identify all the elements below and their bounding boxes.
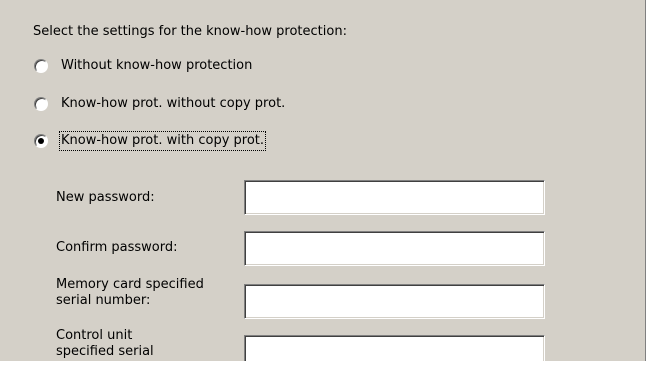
new-password-label: New password: — [56, 190, 155, 205]
confirm-password-field[interactable] — [244, 231, 545, 266]
protection-settings-heading: Select the settings for the know-how pro… — [33, 24, 347, 39]
confirm-password-label: Confirm password: — [56, 240, 178, 255]
panel-edge — [645, 0, 646, 361]
radio-label-with-copy-protection: Know-how prot. with copy prot. — [58, 131, 267, 151]
control-unit-serial-field[interactable] — [244, 335, 545, 361]
radio-without-know-how-protection[interactable]: Without know-how protection — [34, 56, 252, 76]
radio-label-without-copy-protection: Know-how prot. without copy prot. — [61, 96, 286, 111]
know-how-protection-panel: Select the settings for the know-how pro… — [0, 0, 646, 361]
radio-button-icon[interactable] — [34, 134, 48, 148]
control-unit-serial-label: Control unit specified serial — [56, 328, 154, 359]
radio-know-how-without-copy-protection[interactable]: Know-how prot. without copy prot. — [34, 94, 285, 114]
memory-card-serial-label: Memory card specified serial number: — [56, 277, 204, 308]
radio-know-how-with-copy-protection[interactable]: Know-how prot. with copy prot. — [34, 131, 267, 151]
radio-button-icon[interactable] — [34, 97, 48, 111]
memory-card-serial-field[interactable] — [244, 284, 545, 319]
radio-label-without-protection: Without know-how protection — [61, 58, 253, 73]
radio-button-icon[interactable] — [34, 59, 48, 73]
new-password-field[interactable] — [244, 180, 545, 215]
